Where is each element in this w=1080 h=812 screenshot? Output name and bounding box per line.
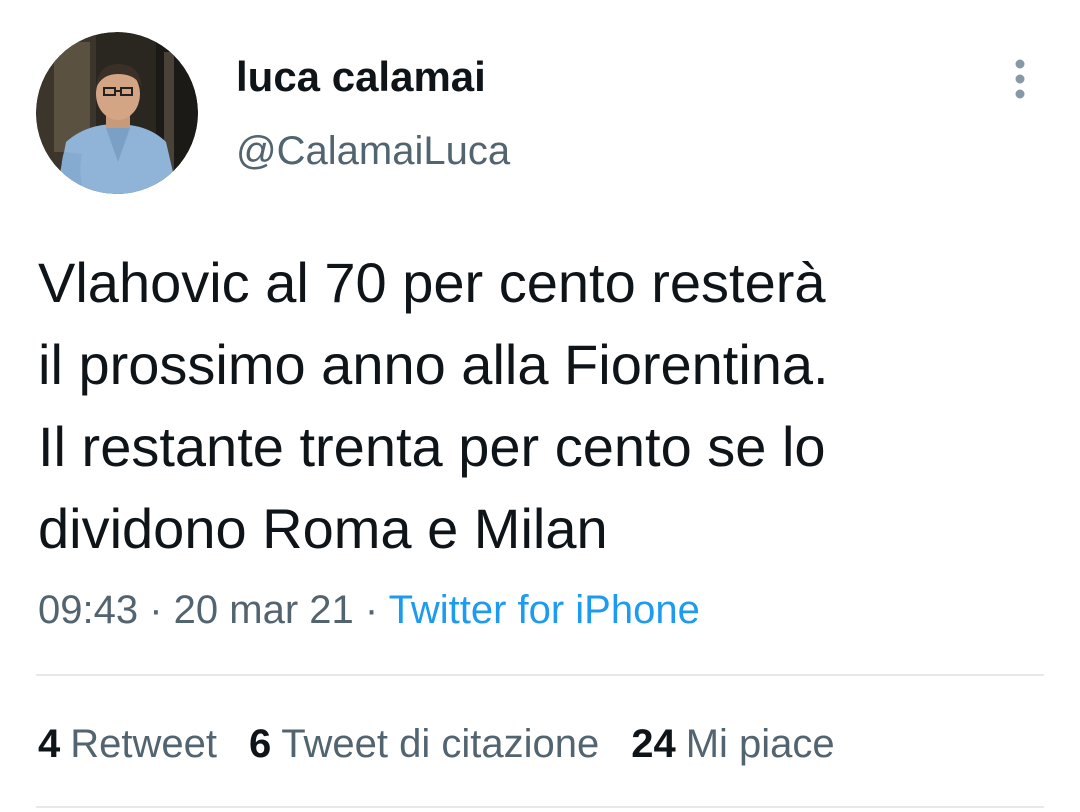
avatar[interactable] — [36, 32, 198, 194]
tweet-source-link[interactable]: Twitter for iPhone — [389, 588, 700, 632]
likes-count: 24 — [631, 722, 676, 766]
more-options-button[interactable] — [1000, 56, 1040, 102]
tweet-text: Vlahovic al 70 per cento resterà il pros… — [38, 242, 1048, 570]
tweet-time[interactable]: 09:43 — [38, 588, 138, 632]
tweet-text-line: Il restante trenta per cento se lo — [38, 415, 826, 478]
likes-stat[interactable]: 24 Mi piace — [631, 718, 834, 770]
quote-tweets-label: Tweet di citazione — [281, 722, 600, 766]
quote-tweets-count: 6 — [249, 722, 272, 766]
retweets-stat[interactable]: 4 Retweet — [38, 718, 217, 770]
meta-separator: · — [353, 588, 389, 632]
author-handle[interactable]: @CalamaiLuca — [236, 126, 510, 176]
author-display-name[interactable]: luca calamai — [236, 52, 486, 102]
meta-separator: · — [138, 588, 174, 632]
tweet-text-line: Vlahovic al 70 per cento resterà — [38, 251, 826, 314]
tweet-date[interactable]: 20 mar 21 — [174, 588, 354, 632]
retweets-label: Retweet — [70, 722, 217, 766]
likes-label: Mi piace — [685, 722, 835, 766]
tweet-text-line: dividono Roma e Milan — [38, 497, 608, 560]
tweet-text-line: il prossimo anno alla Fiorentina. — [38, 333, 829, 396]
more-vertical-icon — [1015, 59, 1025, 99]
divider — [36, 806, 1044, 808]
avatar-photo — [36, 32, 198, 194]
retweets-count: 4 — [38, 722, 61, 766]
tweet-metadata: 09:43 · 20 mar 21 · Twitter for iPhone — [38, 584, 700, 636]
tweet-stats: 4 Retweet 6 Tweet di citazione 24 Mi piace — [38, 718, 867, 770]
divider — [36, 674, 1044, 676]
quote-tweets-stat[interactable]: 6 Tweet di citazione — [249, 718, 599, 770]
